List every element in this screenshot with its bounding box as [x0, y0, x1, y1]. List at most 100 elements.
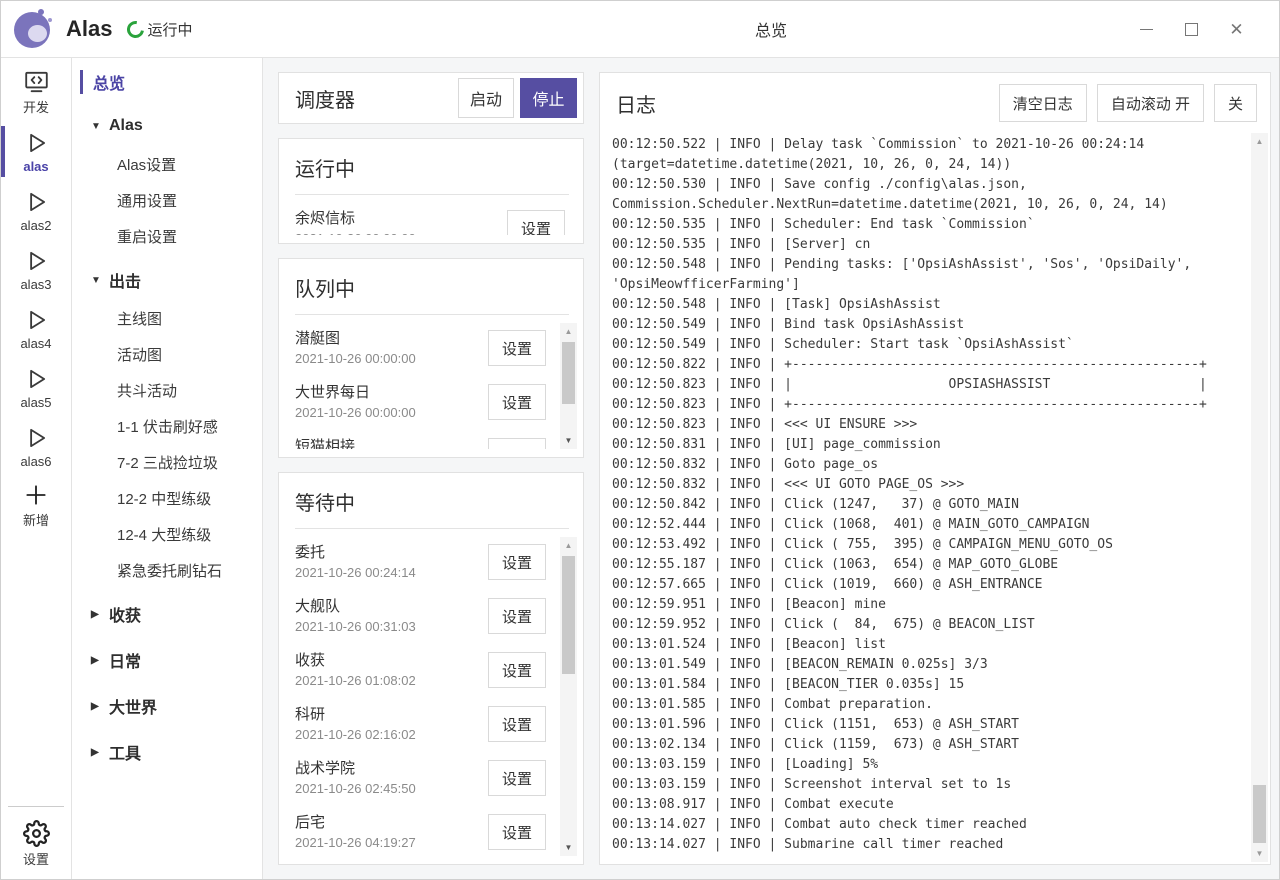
minimize-button[interactable] — [1124, 1, 1169, 58]
scrollbar-thumb[interactable] — [562, 342, 575, 404]
sidebar-entry[interactable]: ▶ 日常 — [72, 640, 262, 680]
scrollbar-thumb[interactable] — [1253, 785, 1266, 843]
icon-item-label: alas4 — [20, 336, 51, 351]
log-panel: 日志 清空日志 自动滚动 开 关 00:12:50.522 | INFO | D… — [599, 72, 1271, 865]
scrollbar-thumb[interactable] — [562, 556, 575, 674]
task-setting-button[interactable]: 设置 — [488, 384, 546, 420]
task-setting-button[interactable]: 设置 — [488, 706, 546, 742]
task-setting-button[interactable]: 设置 — [488, 544, 546, 580]
task-setting-button[interactable]: 设置 — [488, 598, 546, 634]
sidebar-entry[interactable]: 12-2 中型练级 — [72, 480, 262, 516]
pending-scrollbar[interactable]: ▲ ▼ — [560, 323, 577, 449]
sidebar-item-alas[interactable]: alas — [1, 122, 72, 181]
sidebar-entry-label: 7-2 三战捡垃圾 — [117, 452, 218, 473]
sidebar-entry-label: Alas设置 — [117, 154, 176, 175]
code-monitor-icon — [23, 69, 50, 95]
maximize-button[interactable] — [1169, 1, 1214, 58]
scroll-down-icon[interactable]: ▼ — [560, 839, 577, 856]
close-button[interactable]: ✕ — [1214, 1, 1259, 58]
group-arrow-icon: ▶ — [91, 747, 109, 758]
log-line: 00:13:14.027 | INFO | Submarine call tim… — [612, 835, 1247, 855]
log-off-button[interactable]: 关 — [1214, 84, 1257, 122]
sidebar-entry-label: 收获 — [109, 602, 141, 626]
play-icon — [23, 306, 49, 334]
sidebar-entry[interactable]: 7-2 三战捡垃圾 — [72, 444, 262, 480]
sidebar-entry-label: 活动图 — [117, 344, 162, 365]
log-line: 00:12:50.549 | INFO | Bind task OpsiAshA… — [612, 315, 1247, 335]
sidebar-entry[interactable]: 活动图 — [72, 336, 262, 372]
running-panel: 运行中 余烬信标 2021-10-26 00:00:00 设置 — [278, 138, 584, 244]
task-setting-button[interactable]: 设置 — [488, 652, 546, 688]
sidebar-entry[interactable]: 1-1 伏击刷好感 — [72, 408, 262, 444]
task-name: 大舰队 — [295, 596, 488, 617]
task-name: 短猫相接 — [295, 436, 488, 450]
sidebar-entry[interactable]: ▶ 收获 — [72, 594, 262, 634]
log-line: 00:12:53.492 | INFO | Click ( 755, 395) … — [612, 535, 1247, 555]
log-line: 00:12:59.951 | INFO | [Beacon] mine — [612, 595, 1247, 615]
icon-item-label: alas2 — [20, 218, 51, 233]
sidebar-item-dev[interactable]: 开发 — [1, 63, 72, 122]
task-name: 战术学院 — [295, 758, 488, 779]
sidebar-entry[interactable]: ▼ 出击 — [72, 260, 262, 300]
waiting-panel: 等待中 委托 2021-10-26 00:24:14 设置 — [278, 472, 584, 865]
autoscroll-toggle-button[interactable]: 自动滚动 开 — [1097, 84, 1204, 122]
log-scrollbar[interactable]: ▲ ▼ — [1251, 133, 1268, 862]
sidebar-entry[interactable]: Alas设置 — [72, 146, 262, 182]
sidebar-item-alas4[interactable]: alas4 — [1, 299, 72, 358]
scheduler-panel: 调度器 启动 停止 — [278, 72, 584, 124]
sidebar-entry-label: 12-4 大型练级 — [117, 524, 211, 545]
scroll-down-icon[interactable]: ▼ — [1251, 845, 1268, 862]
task-setting-button[interactable]: 设置 — [507, 210, 565, 235]
icon-item-label: 设置 — [23, 849, 49, 868]
waiting-scrollbar[interactable]: ▲ ▼ — [560, 537, 577, 856]
scroll-up-icon[interactable]: ▲ — [560, 537, 577, 554]
scroll-down-icon[interactable]: ▼ — [560, 432, 577, 449]
log-line: 00:12:50.822 | INFO | +-----------------… — [612, 355, 1247, 375]
task-setting-button[interactable]: 设置 — [488, 330, 546, 366]
scheduler-column: 调度器 启动 停止 运行中 余烬信标 2021-1 — [278, 72, 584, 865]
task-row: 科研 2021-10-26 02:16:02 设置 — [295, 699, 558, 749]
scheduler-stop-button[interactable]: 停止 — [520, 78, 577, 118]
sidebar-item-add[interactable]: 新增 — [1, 476, 72, 535]
waiting-title: 等待中 — [295, 483, 569, 529]
scheduler-start-button[interactable]: 启动 — [458, 78, 514, 118]
running-title: 运行中 — [295, 149, 569, 195]
sidebar-entry[interactable]: ▶ 大世界 — [72, 686, 262, 726]
log-line: 00:12:57.665 | INFO | Click (1019, 660) … — [612, 575, 1247, 595]
sidebar-entry[interactable]: 主线图 — [72, 300, 262, 336]
sidebar-entry[interactable]: 共斗活动 — [72, 372, 262, 408]
play-icon — [23, 365, 49, 393]
app-window: Alas 运行中 总览 ✕ 开发 — [0, 0, 1280, 880]
log-line: 00:12:50.530 | INFO | Save config ./conf… — [612, 175, 1247, 215]
task-name: 潜艇图 — [295, 328, 488, 349]
sidebar-entry[interactable]: 总览 — [72, 64, 262, 100]
task-setting-button[interactable]: 设置 — [488, 438, 546, 449]
task-row: 后宅 2021-10-26 04:19:27 设置 — [295, 807, 558, 856]
sidebar-entry[interactable]: ▶ 工具 — [72, 732, 262, 772]
task-row: 大世界每日 2021-10-26 00:00:00 设置 — [295, 377, 558, 427]
sidebar-entry[interactable]: 重启设置 — [72, 218, 262, 254]
task-setting-button[interactable]: 设置 — [488, 814, 546, 850]
scroll-up-icon[interactable]: ▲ — [1251, 133, 1268, 150]
task-time: 2021-10-26 02:16:02 — [295, 725, 488, 745]
scroll-up-icon[interactable]: ▲ — [560, 323, 577, 340]
icon-item-label: 新增 — [23, 510, 49, 529]
sidebar-entry[interactable]: ▼ Alas — [72, 106, 262, 146]
task-setting-button[interactable]: 设置 — [488, 760, 546, 796]
maximize-icon — [1185, 23, 1198, 36]
sidebar-item-settings[interactable]: 设置 — [1, 813, 72, 875]
play-icon — [23, 247, 49, 275]
log-body: 00:12:50.522 | INFO | Delay task `Commis… — [600, 133, 1270, 864]
task-name: 后宅 — [295, 812, 488, 833]
sidebar-item-alas5[interactable]: alas5 — [1, 358, 72, 417]
sidebar-item-alas3[interactable]: alas3 — [1, 240, 72, 299]
sidebar-item-alas2[interactable]: alas2 — [1, 181, 72, 240]
clear-log-button[interactable]: 清空日志 — [999, 84, 1087, 122]
sidebar-item-alas6[interactable]: alas6 — [1, 417, 72, 476]
play-icon — [23, 188, 49, 216]
sidebar-entry[interactable]: 紧急委托刷钻石 — [72, 552, 262, 588]
sidebar-entry[interactable]: 12-4 大型练级 — [72, 516, 262, 552]
running-spinner-icon — [124, 17, 148, 41]
icon-item-label: alas3 — [20, 277, 51, 292]
sidebar-entry[interactable]: 通用设置 — [72, 182, 262, 218]
